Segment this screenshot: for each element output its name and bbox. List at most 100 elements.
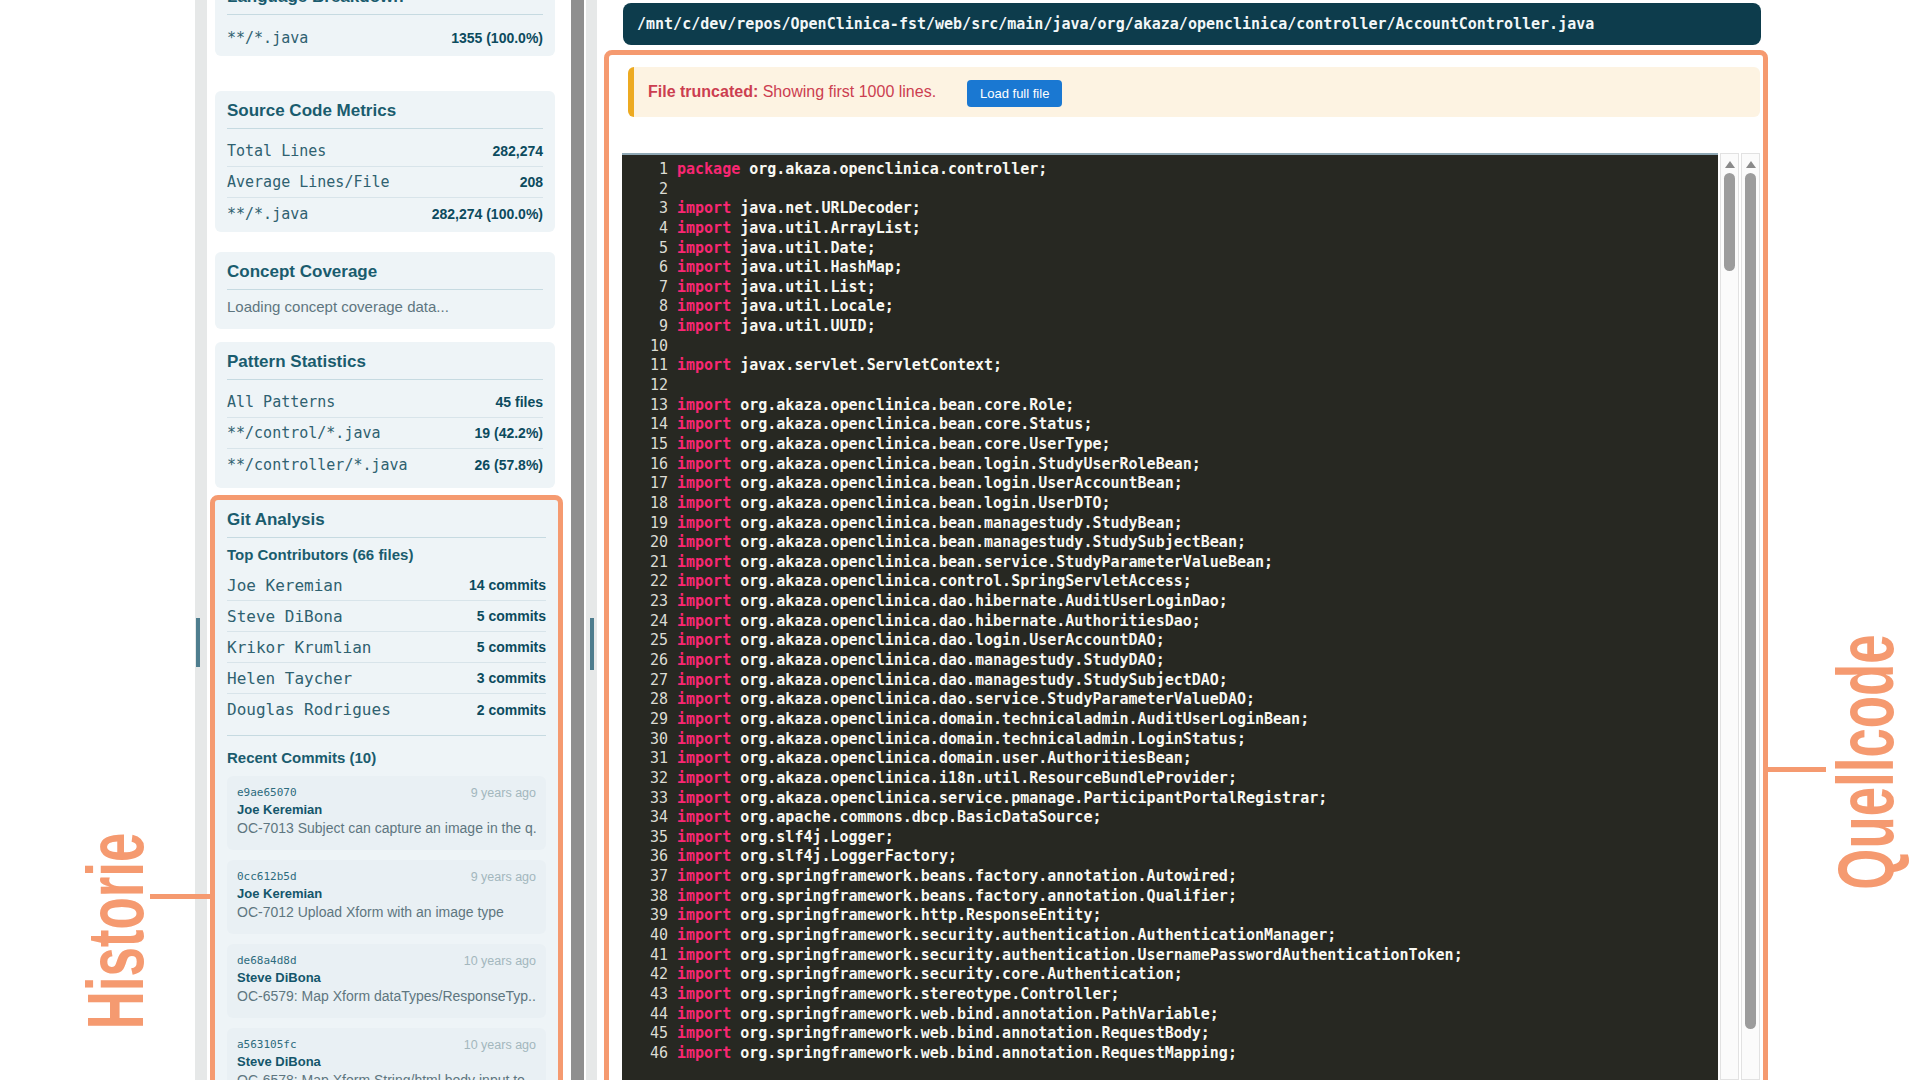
code-keyword: import [677, 1044, 731, 1062]
code-keyword: import [677, 867, 731, 885]
sidebar-right-scrollbar[interactable] [586, 0, 597, 1080]
code-line: 6import java.util.HashMap; [622, 258, 1718, 278]
line-number: 13 [622, 396, 668, 416]
git-analysis-highlight-box: Git Analysis Top Contributors (66 files)… [210, 495, 563, 1080]
code-keyword: import [677, 435, 731, 453]
line-number: 45 [622, 1024, 668, 1044]
stat-label: **/control/*.java [227, 424, 381, 442]
code-scrollbar[interactable] [1720, 153, 1739, 1080]
code-line: 22import org.akaza.openclinica.control.S… [622, 572, 1718, 592]
git-analysis-card: Git Analysis Top Contributors (66 files)… [215, 500, 558, 1080]
commit-author: Joe Keremian [237, 886, 536, 903]
stat-label: Joe Keremian [227, 576, 343, 595]
sidebar-right-scrollbar-thumb[interactable] [590, 618, 594, 670]
line-number: 21 [622, 553, 668, 573]
line-number: 5 [622, 239, 668, 259]
commit-hash: e9ae65070 [237, 786, 297, 799]
stat-label: Krikor Krumlian [227, 638, 372, 657]
stat-row: Helen Taycher3 commits [227, 663, 546, 694]
commit-message: OC-7013 Subject can capture an image in … [237, 820, 536, 838]
sidebar-left-scrollbar[interactable] [195, 0, 207, 1080]
stat-row: Total Lines282,274 [227, 136, 543, 167]
pane-resizer[interactable] [571, 0, 584, 1080]
code-line: 19import org.akaza.openclinica.bean.mana… [622, 514, 1718, 534]
line-number: 20 [622, 533, 668, 553]
code-keyword: import [677, 356, 731, 374]
code-keyword: import [677, 730, 731, 748]
sidebar-left-scrollbar-thumb[interactable] [196, 618, 200, 667]
line-number: 14 [622, 415, 668, 435]
code-keyword: import [677, 651, 731, 669]
card-title: Pattern Statistics [227, 342, 543, 380]
code-line: 37import org.springframework.beans.facto… [622, 867, 1718, 887]
code-line: 11import javax.servlet.ServletContext; [622, 356, 1718, 376]
commit-hash: a563105fc [237, 1038, 297, 1051]
scroll-up-arrow-icon[interactable] [1725, 161, 1735, 168]
commit-age: 9 years ago [471, 870, 536, 884]
code-scrollbar-thumb[interactable] [1724, 173, 1735, 271]
commit-age: 10 years ago [464, 1038, 536, 1052]
code-keyword: import [677, 553, 731, 571]
line-number: 37 [622, 867, 668, 887]
code-viewer[interactable]: 1package org.akaza.openclinica.controlle… [622, 153, 1718, 1080]
line-number: 24 [622, 612, 668, 632]
stat-value: 2 commits [477, 702, 546, 718]
code-line: 39import org.springframework.http.Respon… [622, 906, 1718, 926]
stat-row: **/*.java1355 (100.0%) [227, 22, 543, 53]
stat-row: **/controller/*.java26 (57.8%) [227, 449, 543, 480]
load-full-file-button[interactable]: Load full file [967, 80, 1062, 107]
line-number: 25 [622, 631, 668, 651]
commit-card[interactable]: e9ae650709 years agoJoe Keremian OC-7013… [227, 776, 546, 850]
code-line: 40import org.springframework.security.au… [622, 926, 1718, 946]
code-line: 7import java.util.List; [622, 278, 1718, 298]
commit-card[interactable]: de68a4d8d10 years agoSteve DiBona OC-657… [227, 944, 546, 1018]
file-path: /mnt/c/dev/repos/OpenClinica-fst/web/src… [637, 15, 1594, 33]
line-number: 10 [622, 337, 668, 357]
commit-card[interactable]: 0cc612b5d9 years agoJoe Keremian OC-7012… [227, 860, 546, 934]
code-keyword: import [677, 396, 731, 414]
stat-row: **/control/*.java19 (42.2%) [227, 418, 543, 449]
truncated-message: File truncated: Showing first 1000 lines… [648, 83, 936, 101]
stat-value: 282,274 [492, 143, 543, 159]
code-keyword: import [677, 710, 731, 728]
code-line: 3import java.net.URLDecoder; [622, 199, 1718, 219]
code-keyword: import [677, 690, 731, 708]
code-line: 16import org.akaza.openclinica.bean.logi… [622, 455, 1718, 475]
line-number: 31 [622, 749, 668, 769]
scroll-up-arrow-icon[interactable] [1746, 161, 1756, 168]
code-keyword: import [677, 258, 731, 276]
line-number: 32 [622, 769, 668, 789]
code-line: 32import org.akaza.openclinica.i18n.util… [622, 769, 1718, 789]
code-keyword: import [677, 592, 731, 610]
code-keyword: import [677, 455, 731, 473]
code-line: 34import org.apache.commons.dbcp.BasicDa… [622, 808, 1718, 828]
stat-label: All Patterns [227, 393, 335, 411]
outer-scrollbar[interactable] [1741, 153, 1760, 1080]
code-line: 24import org.akaza.openclinica.dao.hiber… [622, 612, 1718, 632]
line-number: 3 [622, 199, 668, 219]
code-keyword: import [677, 808, 731, 826]
code-line: 12 [622, 376, 1718, 396]
outer-scrollbar-thumb[interactable] [1745, 173, 1756, 1029]
code-keyword: import [677, 533, 731, 551]
code-keyword: import [677, 671, 731, 689]
stat-label: Helen Taycher [227, 669, 352, 688]
stat-label: Steve DiBona [227, 607, 343, 626]
code-line: 10 [622, 337, 1718, 357]
code-keyword: import [677, 474, 731, 492]
stat-value: 45 files [496, 394, 543, 410]
commit-message: OC-7012 Upload Xform with an image type [237, 904, 536, 922]
line-number: 2 [622, 180, 668, 200]
annotation-historie: Historie [87, 799, 145, 1063]
code-line: 13import org.akaza.openclinica.bean.core… [622, 396, 1718, 416]
code-keyword: import [677, 965, 731, 983]
line-number: 19 [622, 514, 668, 534]
commit-card[interactable]: a563105fc10 years agoSteve DiBona OC-657… [227, 1028, 546, 1080]
stat-label: **/controller/*.java [227, 456, 408, 474]
code-line: 30import org.akaza.openclinica.domain.te… [622, 730, 1718, 750]
code-line: 15import org.akaza.openclinica.bean.core… [622, 435, 1718, 455]
line-number: 27 [622, 671, 668, 691]
code-line: 2 [622, 180, 1718, 200]
line-number: 40 [622, 926, 668, 946]
card-title: Source Code Metrics [227, 91, 543, 129]
